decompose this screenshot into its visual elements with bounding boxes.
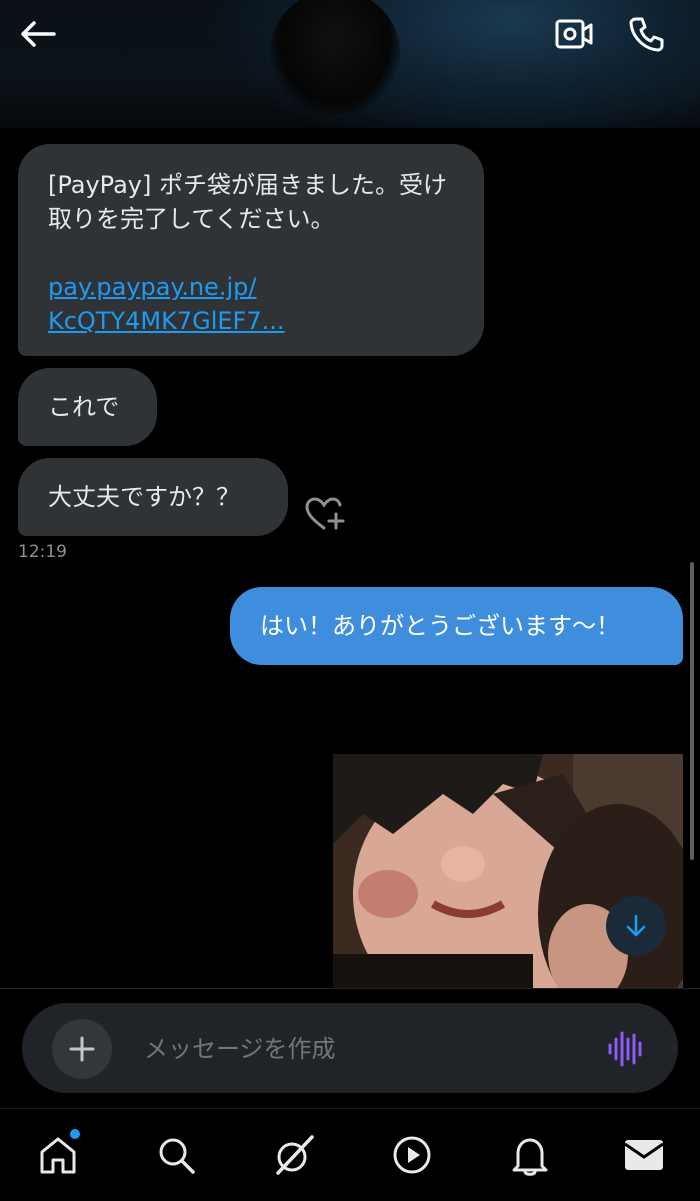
scrollbar[interactable] — [690, 562, 694, 860]
sent-message-bubble[interactable]: はい！ありがとうございます〜！ — [230, 587, 683, 665]
voice-call-button[interactable] — [624, 12, 670, 56]
nav-search[interactable] — [152, 1131, 200, 1179]
grok-icon — [276, 1135, 314, 1175]
video-camera-icon — [555, 19, 593, 49]
plus-icon — [69, 1036, 95, 1062]
voice-wave-icon — [608, 1031, 642, 1067]
message-text: [PayPay] ポチ袋が届きました。受け取りを完了してください。 — [48, 171, 447, 233]
back-button[interactable] — [14, 14, 62, 54]
message-text: 大丈夫ですか？？ — [48, 483, 240, 511]
nav-grok[interactable] — [270, 1131, 318, 1179]
arrow-down-icon — [626, 914, 646, 937]
message-link[interactable]: pay.paypay.ne.jp/ KcQTY4MK7GlEF7... — [48, 270, 454, 338]
heart-plus-icon — [305, 497, 345, 530]
phone-icon — [629, 17, 664, 52]
received-message-bubble[interactable]: [PayPay] ポチ袋が届きました。受け取りを完了してください。 pay.pa… — [18, 144, 484, 356]
nav-home[interactable] — [34, 1129, 82, 1179]
link-line-2[interactable]: KcQTY4MK7GlEF7... — [48, 307, 285, 335]
mail-icon — [624, 1140, 664, 1170]
bottom-navigation — [0, 1108, 700, 1201]
conversation-header — [0, 0, 700, 128]
message-timestamp: 12:19 — [18, 542, 67, 562]
scroll-to-bottom-button[interactable] — [606, 896, 666, 956]
received-message-bubble[interactable]: 大丈夫ですか？？ — [18, 458, 288, 536]
play-icon — [393, 1136, 431, 1174]
bell-icon — [512, 1138, 548, 1176]
message-input[interactable] — [142, 1025, 566, 1073]
add-attachment-button[interactable] — [52, 1019, 112, 1079]
nav-notifications[interactable] — [506, 1131, 554, 1179]
home-icon — [40, 1137, 76, 1174]
voice-message-button[interactable] — [606, 1029, 646, 1069]
nav-messages[interactable] — [620, 1131, 668, 1179]
arrow-left-icon — [21, 21, 56, 47]
nav-video[interactable] — [388, 1131, 436, 1179]
message-text: これで — [48, 393, 120, 421]
notification-dot — [70, 1129, 80, 1139]
received-message-bubble[interactable]: これで — [18, 368, 157, 446]
video-call-button[interactable] — [550, 12, 598, 56]
message-text: はい！ありがとうございます〜！ — [260, 612, 620, 640]
add-reaction-button[interactable] — [304, 496, 346, 532]
link-line-1[interactable]: pay.paypay.ne.jp/ — [48, 273, 256, 301]
search-icon — [159, 1138, 195, 1174]
message-composer — [22, 1003, 678, 1093]
